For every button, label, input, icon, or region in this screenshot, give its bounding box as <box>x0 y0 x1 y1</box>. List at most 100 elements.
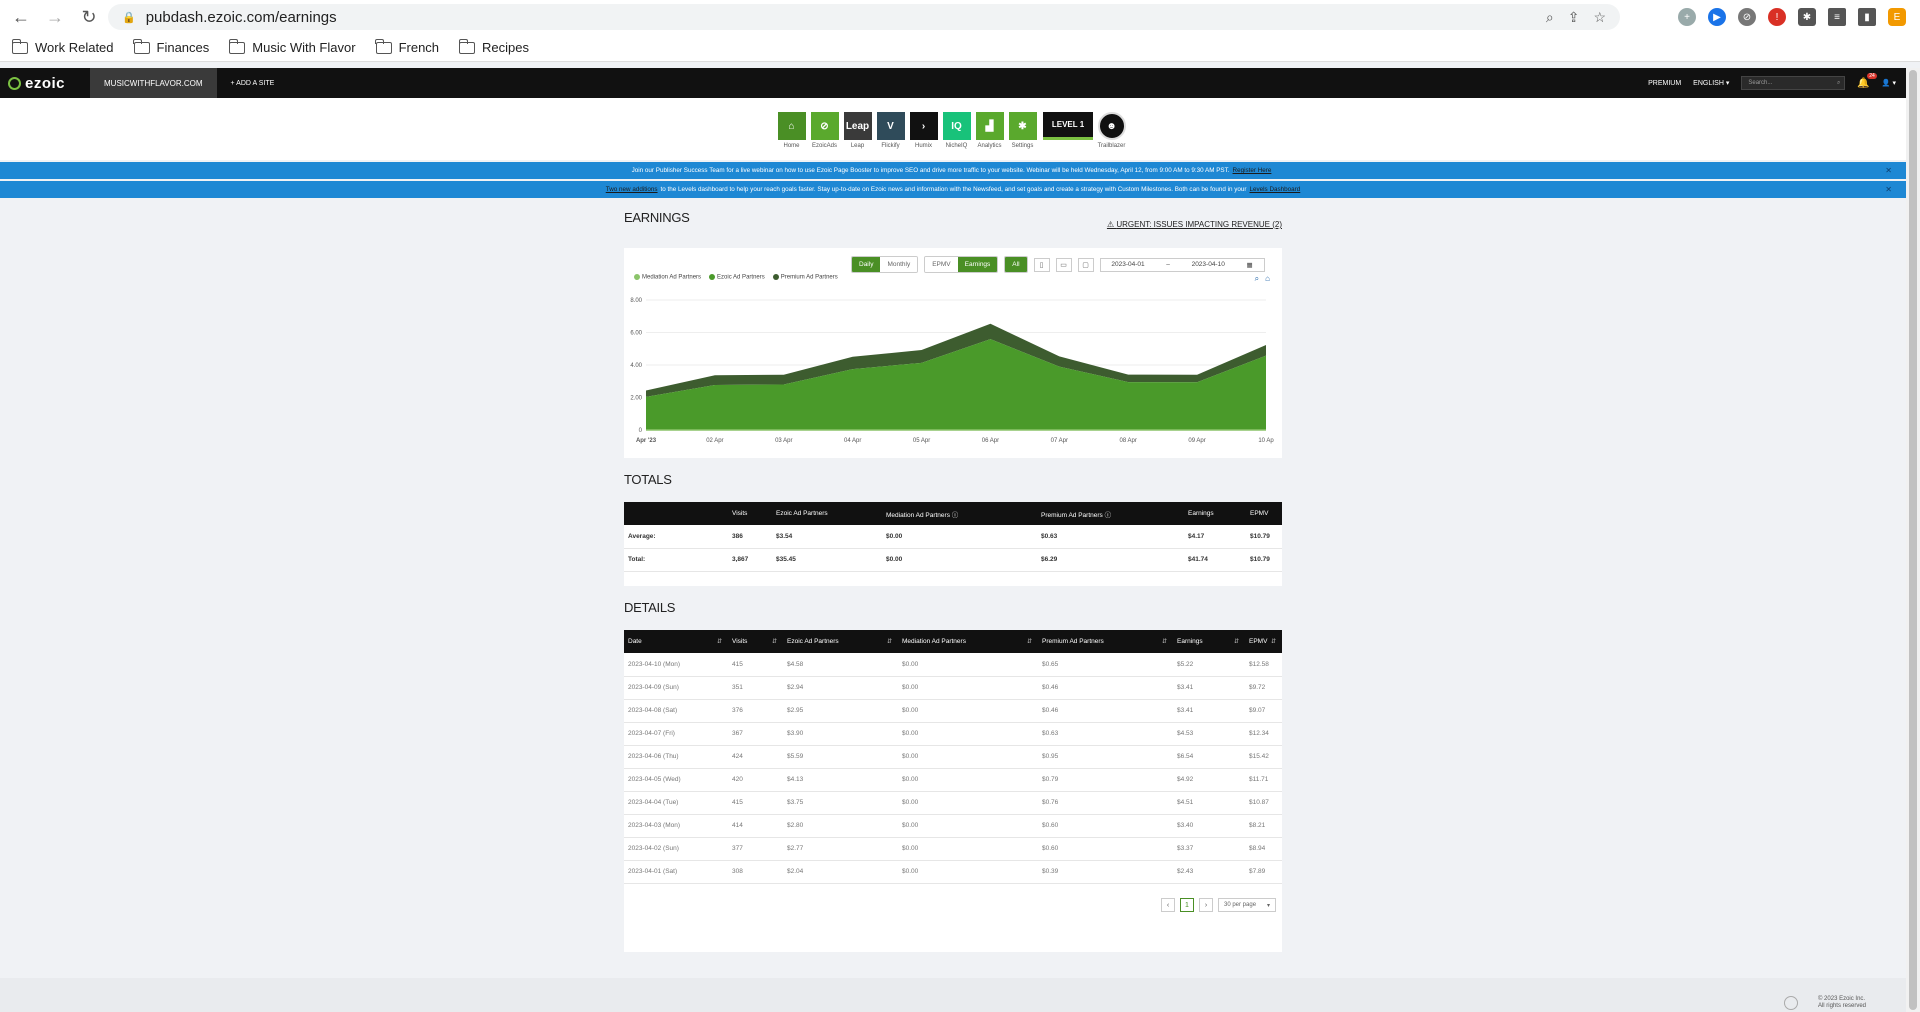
legend-item[interactable]: Ezoic Ad Partners <box>709 274 765 281</box>
date-range-picker[interactable]: 2023-04-01 – 2023-04-10 ▦ <box>1099 257 1265 272</box>
levels-dashboard-link[interactable]: Levels Dashboard <box>1250 186 1301 193</box>
column-header[interactable]: Date ⇵ <box>624 630 728 653</box>
sidepanel-icon[interactable]: ▮ <box>1858 8 1876 26</box>
table-cell: $3.40 <box>1173 814 1245 838</box>
bookmark-folder[interactable]: Recipes <box>458 38 529 55</box>
address-bar[interactable]: 🔒 pubdash.ezoic.com/earnings ⌕ ⇪ ☆ <box>108 4 1620 30</box>
bookmark-folder[interactable]: Music With Flavor <box>228 38 356 55</box>
table-cell: 367 <box>728 722 783 746</box>
chart-home-icon[interactable]: ⌂ <box>1265 274 1270 284</box>
table-cell: $41.74 <box>1184 548 1246 572</box>
bookmark-folder[interactable]: French <box>375 38 439 55</box>
monthly-button[interactable]: Monthly <box>880 257 918 272</box>
ezoic-logo[interactable]: ezoic <box>0 68 90 98</box>
close-icon[interactable]: ✕ <box>1885 185 1892 194</box>
user-menu-icon[interactable]: 👤 ▾ <box>1882 79 1896 87</box>
earnings-button[interactable]: Earnings <box>957 257 998 272</box>
extension-icon[interactable]: + <box>1678 8 1696 26</box>
zoom-reset-icon[interactable]: ⌕ <box>1255 274 1259 284</box>
extension-icon[interactable]: ⊘ <box>1738 8 1756 26</box>
per-page-select[interactable]: 30 per page ▾ <box>1218 898 1276 912</box>
all-devices-button[interactable]: All <box>1005 257 1027 272</box>
table-cell: $0.60 <box>1038 814 1173 838</box>
bookmark-folder[interactable]: Finances <box>133 38 209 55</box>
info-icon[interactable]: ⓘ <box>950 512 959 519</box>
legend-item[interactable]: Premium Ad Partners <box>772 274 838 281</box>
media-icon[interactable]: ≡ <box>1828 8 1846 26</box>
app-leap[interactable]: Leap Leap <box>843 112 872 149</box>
add-site-link[interactable]: + ADD A SITE <box>217 80 275 87</box>
level-badge[interactable]: LEVEL 1 <box>1043 112 1093 140</box>
reload-icon[interactable]: ↻ <box>76 4 102 30</box>
page-scrollbar[interactable] <box>1906 68 1920 1012</box>
app-home[interactable]: ⌂ Home <box>777 112 806 149</box>
column-header[interactable]: Earnings ⇵ <box>1173 630 1245 653</box>
column-header[interactable]: Ezoic Ad Partners ⇵ <box>783 630 898 653</box>
column-header <box>624 502 728 525</box>
site-selector[interactable]: MUSICWITHFLAVOR.COM <box>90 68 217 98</box>
column-header[interactable]: Premium Ad Partners ⇵ <box>1038 630 1173 653</box>
search-icon[interactable]: ⌕ <box>1837 80 1840 87</box>
folder-icon <box>228 38 246 54</box>
daily-button[interactable]: Daily <box>852 257 881 272</box>
forward-icon[interactable]: → <box>42 4 68 30</box>
premium-link[interactable]: PREMIUM <box>1648 80 1681 87</box>
bookmark-folder[interactable]: Work Related <box>11 38 114 55</box>
app-trailblazer[interactable]: ☻ Trailblazer <box>1097 112 1126 149</box>
calendar-icon: ▦ <box>1246 261 1253 269</box>
new-additions-link[interactable]: Two new additions <box>606 186 658 193</box>
extension-icon[interactable]: ▶ <box>1708 8 1726 26</box>
trailblazer-icon: ☻ <box>1097 112 1126 140</box>
notifications-bell-icon[interactable]: 🔔 24 <box>1857 72 1877 89</box>
app-nicheiq[interactable]: IQ NicheIQ <box>942 112 971 149</box>
sort-icon[interactable]: ⇵ <box>1271 638 1276 645</box>
details-table: Date ⇵ Visits ⇵ Ezoic Ad Partners ⇵ Mediation … <box>624 630 1282 884</box>
star-icon[interactable]: ☆ <box>1593 9 1606 26</box>
sort-icon[interactable]: ⇵ <box>887 638 892 645</box>
close-icon[interactable]: ✕ <box>1885 166 1892 175</box>
puzzle-icon[interactable]: ✱ <box>1798 8 1816 26</box>
analytics-icon: ▟ <box>975 112 1004 140</box>
table-cell: $0.00 <box>898 653 1038 677</box>
column-header[interactable]: Mediation Ad Partners ⇵ <box>898 630 1038 653</box>
back-icon[interactable]: ← <box>8 4 34 30</box>
footer: © 2023 Ezoic Inc. All rights reserved <box>0 978 1906 1012</box>
table-cell: $11.71 <box>1245 768 1282 792</box>
app-analytics[interactable]: ▟ Analytics <box>975 112 1004 149</box>
urgent-issues-link[interactable]: ⚠ URGENT: ISSUES IMPACTING REVENUE (2) <box>1107 220 1282 229</box>
share-icon[interactable]: ⇪ <box>1568 9 1580 26</box>
search-input[interactable]: Search... ⌕ <box>1741 76 1846 90</box>
register-link[interactable]: Register Here <box>1233 167 1272 174</box>
column-header[interactable]: Visits ⇵ <box>728 630 783 653</box>
folder-icon <box>375 38 392 54</box>
table-cell: $10.79 <box>1246 525 1282 549</box>
sort-icon[interactable]: ⇵ <box>1234 638 1239 645</box>
sort-icon[interactable]: ⇵ <box>717 638 722 645</box>
table-cell: 351 <box>728 676 783 700</box>
webinar-banner: Join our Publisher Success Team for a li… <box>0 162 1906 179</box>
app-flickify[interactable]: V Flickify <box>876 112 905 149</box>
tablet-icon[interactable]: ▭ <box>1055 257 1072 272</box>
page-number-button[interactable]: 1 <box>1180 898 1194 912</box>
legend-item[interactable]: Mediation Ad Partners <box>634 274 701 281</box>
mobile-icon[interactable]: ▯ <box>1033 257 1050 272</box>
desktop-icon[interactable]: ▢ <box>1077 257 1094 272</box>
app-settings[interactable]: ✱ Settings <box>1008 112 1037 149</box>
app-ezoicads[interactable]: ⊘ EzoicAds <box>810 112 839 149</box>
info-icon[interactable]: ⓘ <box>1103 512 1112 519</box>
details-card: Date ⇵ Visits ⇵ Ezoic Ad Partners ⇵ Mediation … <box>624 630 1282 952</box>
app-humix[interactable]: › Humix <box>909 112 938 149</box>
sort-icon[interactable]: ⇵ <box>1162 638 1167 645</box>
language-select[interactable]: ENGLISH ▾ <box>1693 79 1729 87</box>
zoom-icon[interactable]: ⌕ <box>1546 9 1554 26</box>
sort-icon[interactable]: ⇵ <box>772 638 777 645</box>
epmv-button[interactable]: EPMV <box>925 257 958 272</box>
prev-page-button[interactable]: ‹ <box>1161 898 1175 912</box>
extension-icon[interactable]: E <box>1888 8 1906 26</box>
sort-icon[interactable]: ⇵ <box>1027 638 1032 645</box>
table-cell: $0.76 <box>1038 791 1173 815</box>
extension-icon[interactable]: ! <box>1768 8 1786 26</box>
column-header[interactable]: EPMV ⇵ <box>1245 630 1282 653</box>
next-page-button[interactable]: › <box>1199 898 1213 912</box>
table-cell: $0.00 <box>898 837 1038 861</box>
